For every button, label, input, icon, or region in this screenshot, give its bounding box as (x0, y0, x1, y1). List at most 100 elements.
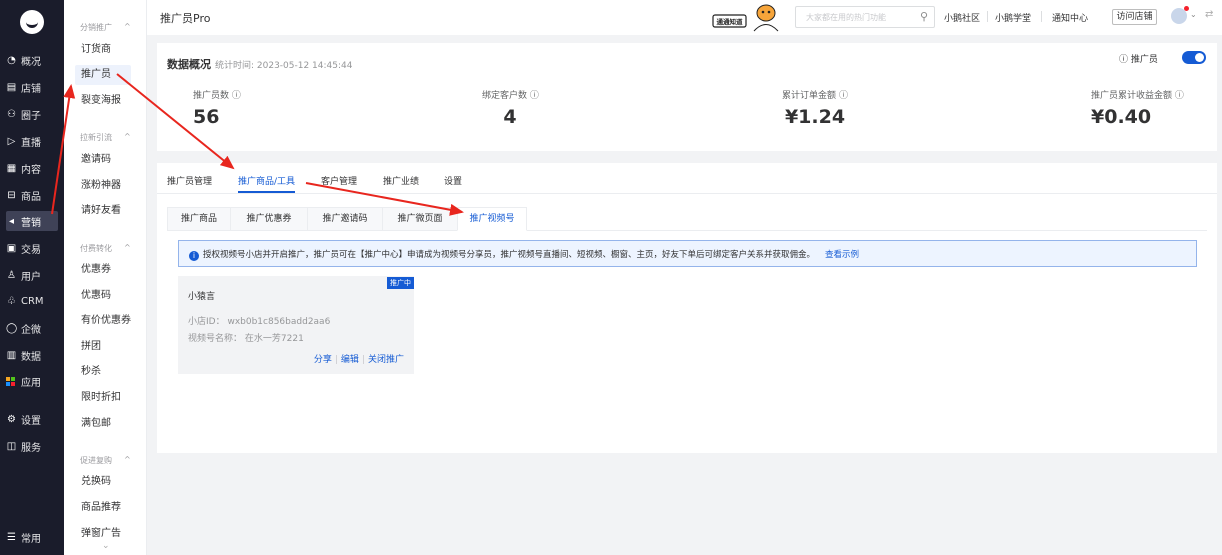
info-notice: i 授权视频号小店并开启推广，推广员可在【推广中心】申请成为视频号分享员，推广视频… (178, 240, 1197, 267)
nav-item-trade[interactable]: ▣ 交易 (6, 238, 58, 258)
link-community[interactable]: 小鹅社区 (944, 11, 980, 24)
edit-button[interactable]: 编辑 (341, 355, 359, 365)
subnav-item-distributor[interactable]: 订货商 (75, 40, 131, 60)
nav-item-marketing[interactable]: ◂ 营销 (6, 211, 58, 231)
subnav-item-coupon[interactable]: 优惠券 (75, 260, 131, 280)
crm-icon: ♧ (7, 295, 16, 307)
tab-promoter-manage[interactable]: 推广员管理 (167, 174, 212, 187)
subnav-item-invite-friend[interactable]: 请好友看 (75, 201, 131, 221)
info-icon: ⓘ (231, 91, 241, 101)
promoter-toggle[interactable] (1182, 51, 1206, 64)
channel-name-row: 视频号名称： 在水一芳7221 (188, 334, 304, 344)
swap-icon[interactable]: ⇄ (1205, 9, 1213, 20)
nav-item-crm[interactable]: ♧ CRM (6, 291, 58, 311)
overview-title: 数据概况 统计时间: 2023-05-12 14:45:44 (167, 58, 353, 71)
tab-performance[interactable]: 推广业绩 (383, 174, 419, 187)
divider (1041, 11, 1042, 22)
group-title-distribution[interactable]: 分销推广 ^ (80, 22, 131, 33)
page-title: 推广员Pro (160, 12, 211, 25)
info-icon: ⓘ (529, 91, 539, 101)
subnav-item-invite-code[interactable]: 邀请码 (75, 150, 131, 170)
search-icon[interactable]: ⚲ (920, 10, 928, 23)
tab-customer-manage[interactable]: 客户管理 (321, 174, 357, 187)
subtab-video-channel[interactable]: 推广视频号 (457, 207, 527, 231)
visit-shop-button[interactable]: 访问店铺 (1112, 9, 1157, 25)
link-academy[interactable]: 小鹅学堂 (995, 11, 1031, 24)
nav-item-service[interactable]: ◫ 服务 (6, 436, 58, 456)
subnav-item-promoter[interactable]: 推广员 (75, 65, 131, 85)
nav-item-live[interactable]: ▷ 直播 (6, 131, 58, 151)
nav-item-shop[interactable]: ▤ 店铺 (6, 77, 58, 97)
subnav-item-free-shipping[interactable]: 满包邮 (75, 414, 131, 434)
shop-id-row: 小店ID： wxb0b1c856badd2aa6 (188, 317, 331, 327)
logo-icon[interactable] (20, 10, 44, 34)
chevron-down-icon[interactable]: ⌄ (102, 541, 110, 551)
tab-promo-tools[interactable]: 推广商品/工具 (238, 174, 296, 193)
share-button[interactable]: 分享 (314, 355, 332, 365)
channel-card-name: 小猿言 (188, 292, 216, 302)
stat-time: 统计时间: 2023-05-12 14:45:44 (215, 61, 353, 71)
nav-item-users[interactable]: ♙ 用户 (6, 265, 58, 285)
stat-bound-customers: 绑定客户数 ⓘ 4 (482, 91, 539, 128)
main-panel: 推广员管理 推广商品/工具 客户管理 推广业绩 设置 推广商品 推广优惠券 推广… (157, 163, 1217, 453)
group-title-conversion[interactable]: 付费转化 ^ (80, 243, 131, 254)
info-icon: ⓘ (1174, 91, 1184, 101)
status-badge: 推广中 (387, 277, 414, 289)
tab-settings[interactable]: 设置 (444, 174, 462, 187)
megaphone-icon: ◂ (8, 215, 15, 227)
info-icon: i (189, 251, 199, 261)
svg-text:通通知道: 通通知道 (717, 17, 744, 26)
subnav-item-redeem-code[interactable]: 兑换码 (75, 472, 131, 492)
promoter-toggle-label: ⓘ 推广员 (1119, 55, 1158, 65)
nav-item-content[interactable]: ▦ 内容 (6, 158, 58, 178)
subtab-micro-page[interactable]: 推广微页面 (382, 207, 458, 231)
info-icon: ⓘ (838, 91, 848, 101)
shop-icon: ▤ (6, 81, 17, 93)
subtab-coupons[interactable]: 推广优惠券 (230, 207, 308, 231)
top-header: 推广员Pro 通通知道 大家都在用的热门功能 ⚲ 小鹅社区 小鹅学堂 通知中心 … (147, 0, 1222, 35)
nav-item-data[interactable]: ▥ 数据 (6, 345, 58, 365)
user-icon: ♙ (7, 269, 16, 281)
group-title-acquisition[interactable]: 拉新引流 ^ (80, 132, 131, 143)
stat-promoter-earnings: 推广员累计收益金额 ⓘ ¥0.40 (1091, 91, 1184, 128)
chevron-down-icon[interactable]: ⌄ (1190, 10, 1197, 19)
nav-item-wecom[interactable]: ◯ 企微 (6, 318, 58, 338)
group-title-repurchase[interactable]: 促进复购 ^ (80, 455, 131, 466)
close-promotion-button[interactable]: 关闭推广 (368, 355, 404, 365)
avatar[interactable] (1171, 6, 1189, 24)
service-icon: ◫ (6, 440, 17, 452)
chevron-up-icon: ^ (124, 243, 131, 252)
secondary-sidebar: 分销推广 ^ 订货商 推广员 裂变海报 拉新引流 ^ 邀请码 涨粉神器 请好友看 付… (64, 0, 147, 555)
link-notifications[interactable]: 通知中心 (1052, 11, 1088, 24)
nav-item-common[interactable]: ☰ 常用 (6, 527, 58, 547)
subnav-item-flash-sale[interactable]: 秒杀 (75, 362, 131, 382)
subnav-item-recommend[interactable]: 商品推荐 (75, 498, 131, 518)
subnav-item-fans-tool[interactable]: 涨粉神器 (75, 176, 131, 196)
subnav-item-coupon-code[interactable]: 优惠码 (75, 286, 131, 306)
primary-sidebar: ◔ 概况 ▤ 店铺 ⚇ 圈子 ▷ 直播 ▦ 内容 ⊟ 商品 ◂ 营销 ▣ 交易 ♙ 用户 ♧ CRM… (0, 0, 64, 555)
dashboard-icon: ◔ (7, 54, 16, 66)
mascot-icon[interactable]: 通通知道 (712, 2, 784, 32)
overview-card: 数据概况 统计时间: 2023-05-12 14:45:44 ⓘ 推广员 推广员数… (157, 43, 1217, 151)
subtab-products[interactable]: 推广商品 (167, 207, 231, 231)
gear-icon: ⚙ (7, 413, 16, 425)
nav-item-apps[interactable]: 应用 (6, 371, 58, 391)
subnav-item-poster[interactable]: 裂变海报 (75, 91, 131, 111)
view-example-link[interactable]: 查看示例 (825, 250, 859, 260)
nav-item-overview[interactable]: ◔ 概况 (6, 50, 58, 70)
live-icon: ▷ (7, 135, 16, 147)
subnav-item-paid-coupon[interactable]: 有价优惠券 (75, 311, 131, 331)
goods-icon: ⊟ (7, 189, 16, 201)
nav-item-goods[interactable]: ⊟ 商品 (6, 185, 58, 205)
nav-item-circle[interactable]: ⚇ 圈子 (6, 104, 58, 124)
nav-item-settings[interactable]: ⚙ 设置 (6, 409, 58, 429)
video-channel-card: 推广中 小猿言 小店ID： wxb0b1c856badd2aa6 视频号名称： … (178, 276, 414, 374)
card-actions: 分享 | 编辑 | 关闭推广 (313, 355, 404, 365)
apps-grid-icon (6, 376, 17, 386)
chevron-up-icon: ^ (124, 132, 131, 141)
search-input[interactable]: 大家都在用的热门功能 ⚲ (795, 6, 935, 28)
subtab-invite-code[interactable]: 推广邀请码 (307, 207, 383, 231)
trade-icon: ▣ (6, 242, 17, 254)
subnav-item-limited-discount[interactable]: 限时折扣 (75, 388, 131, 408)
subnav-item-group-buy[interactable]: 拼团 (75, 337, 131, 357)
